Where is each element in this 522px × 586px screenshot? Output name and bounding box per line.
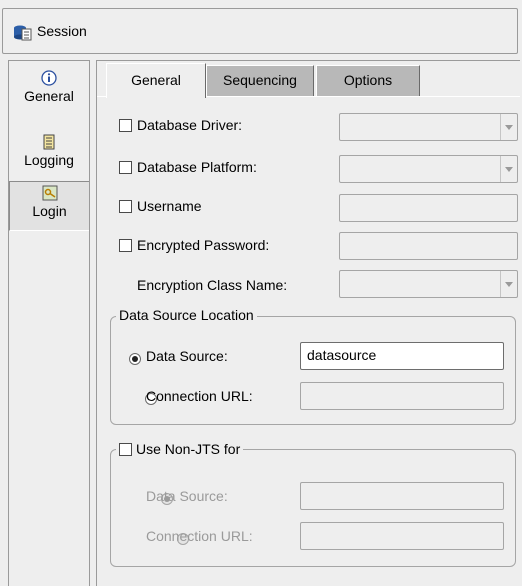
encryption-class-combo[interactable] bbox=[339, 270, 518, 298]
connection-url-label: Connection URL: bbox=[146, 388, 253, 404]
sidebar-item-logging[interactable]: Logging bbox=[9, 134, 89, 168]
non-jts-header: Use Non-JTS for bbox=[116, 441, 244, 457]
encrypted-password-field[interactable] bbox=[339, 232, 518, 260]
sidebar-item-general[interactable]: General bbox=[9, 70, 89, 104]
tab-general[interactable]: General bbox=[106, 63, 206, 98]
data-source-label: Data Source: bbox=[146, 348, 228, 364]
username-field[interactable] bbox=[339, 194, 518, 222]
info-icon bbox=[41, 70, 57, 86]
encryption-class-label: Encryption Class Name: bbox=[137, 277, 288, 293]
encrypted-password-label: Encrypted Password: bbox=[137, 237, 270, 253]
username-checkbox[interactable] bbox=[119, 200, 132, 213]
non-jts-connection-url-label: Connection URL: bbox=[146, 528, 253, 544]
non-jts-checkbox[interactable] bbox=[119, 442, 132, 456]
login-key-icon bbox=[42, 185, 57, 201]
session-icon bbox=[14, 25, 32, 41]
chevron-down-icon[interactable] bbox=[500, 271, 517, 297]
non-jts-title: Use Non-JTS for bbox=[136, 441, 241, 457]
username-label: Username bbox=[137, 198, 202, 214]
non-jts-data-source-label: Data Source: bbox=[146, 488, 228, 504]
connection-url-input[interactable] bbox=[300, 382, 504, 410]
sidebar-item-label: Login bbox=[32, 203, 67, 219]
sidebar-item-login[interactable]: Login bbox=[9, 181, 89, 231]
database-platform-label: Database Platform: bbox=[137, 159, 257, 175]
window-title: Session bbox=[37, 23, 87, 39]
tab-options[interactable]: Options bbox=[316, 65, 420, 96]
non-jts-connection-url-input[interactable] bbox=[300, 522, 504, 550]
sidebar-item-label: General bbox=[24, 88, 74, 104]
tab-sequencing[interactable]: Sequencing bbox=[206, 65, 314, 96]
database-driver-checkbox[interactable] bbox=[119, 119, 132, 132]
database-platform-combo[interactable] bbox=[339, 155, 518, 183]
chevron-down-icon[interactable] bbox=[500, 156, 517, 182]
encrypted-password-checkbox[interactable] bbox=[119, 239, 132, 252]
data-source-input[interactable]: datasource bbox=[300, 342, 504, 370]
database-driver-combo[interactable] bbox=[339, 113, 518, 141]
database-platform-checkbox[interactable] bbox=[119, 161, 132, 174]
database-driver-label: Database Driver: bbox=[137, 117, 243, 133]
log-icon bbox=[43, 134, 55, 150]
non-jts-data-source-input[interactable] bbox=[300, 482, 504, 510]
chevron-down-icon[interactable] bbox=[500, 114, 517, 140]
sidebar-item-label: Logging bbox=[24, 152, 74, 168]
data-source-location-title: Data Source Location bbox=[116, 307, 257, 323]
